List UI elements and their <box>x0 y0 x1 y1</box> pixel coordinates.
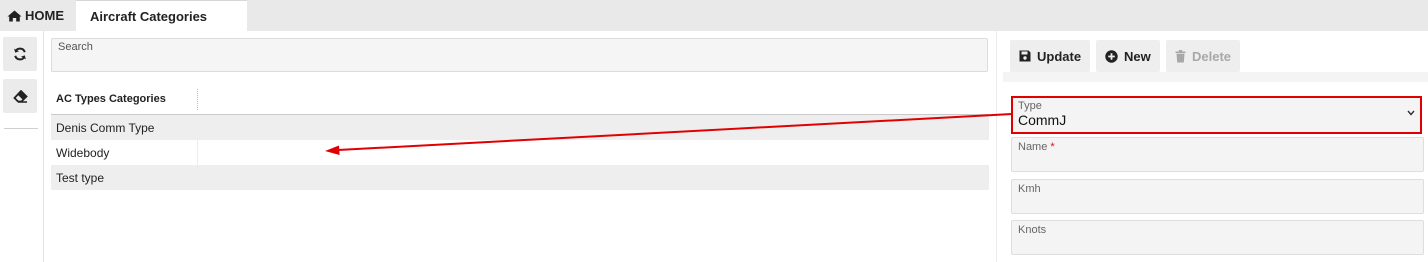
required-marker: * <box>1050 141 1055 153</box>
table-row[interactable]: Denis Comm Type <box>51 115 989 140</box>
clear-button[interactable] <box>3 79 37 113</box>
left-rail <box>0 31 44 262</box>
tab-aircraft-categories-label: Aircraft Categories <box>90 8 208 24</box>
home-icon <box>7 10 22 21</box>
eraser-icon <box>12 89 28 103</box>
column-header-ac-types-categories[interactable]: AC Types Categories <box>56 93 166 105</box>
chevron-down-icon <box>1407 110 1415 116</box>
delete-label: Delete <box>1192 48 1232 64</box>
refresh-button[interactable] <box>3 37 37 71</box>
plus-circle-icon <box>1105 49 1118 63</box>
name-label: Name <box>1018 141 1048 153</box>
update-label: Update <box>1037 48 1082 64</box>
name-field[interactable]: Name * <box>1011 137 1424 172</box>
table-row[interactable]: Widebody <box>51 140 989 165</box>
trash-icon <box>1175 49 1186 62</box>
type-select[interactable]: Type CommJ <box>1011 96 1422 134</box>
type-value: CommJ <box>1018 112 1067 128</box>
delete-button[interactable]: Delete <box>1166 40 1241 72</box>
update-button[interactable]: Update <box>1010 40 1091 72</box>
column-separator <box>197 89 198 110</box>
new-label: New <box>1124 48 1151 64</box>
refresh-icon <box>14 47 26 61</box>
tab-aircraft-categories[interactable]: Aircraft Categories <box>76 0 247 31</box>
cell-divider <box>197 115 198 140</box>
cell-divider <box>197 140 198 165</box>
tab-home[interactable]: HOME <box>0 0 76 31</box>
kmh-label: Kmh <box>1018 183 1041 195</box>
table-cell: Denis Comm Type <box>56 120 155 135</box>
save-icon <box>1019 50 1031 62</box>
table-cell: Widebody <box>56 145 110 160</box>
type-label: Type <box>1018 100 1042 112</box>
kmh-field[interactable]: Kmh <box>1011 179 1424 214</box>
new-button[interactable]: New <box>1096 40 1160 72</box>
tab-bar: HOME Aircraft Categories <box>0 0 1428 31</box>
cell-divider <box>197 165 198 190</box>
table-cell: Test type <box>56 170 105 185</box>
knots-field[interactable]: Knots <box>1011 220 1424 255</box>
search-label: Search <box>58 41 93 53</box>
table-row[interactable]: Test type <box>51 165 989 190</box>
search-input[interactable]: Search <box>51 38 988 72</box>
tab-home-label: HOME <box>25 8 64 23</box>
grid-header: AC Types Categories <box>51 86 989 115</box>
knots-label: Knots <box>1018 224 1047 236</box>
rail-divider <box>4 128 38 129</box>
